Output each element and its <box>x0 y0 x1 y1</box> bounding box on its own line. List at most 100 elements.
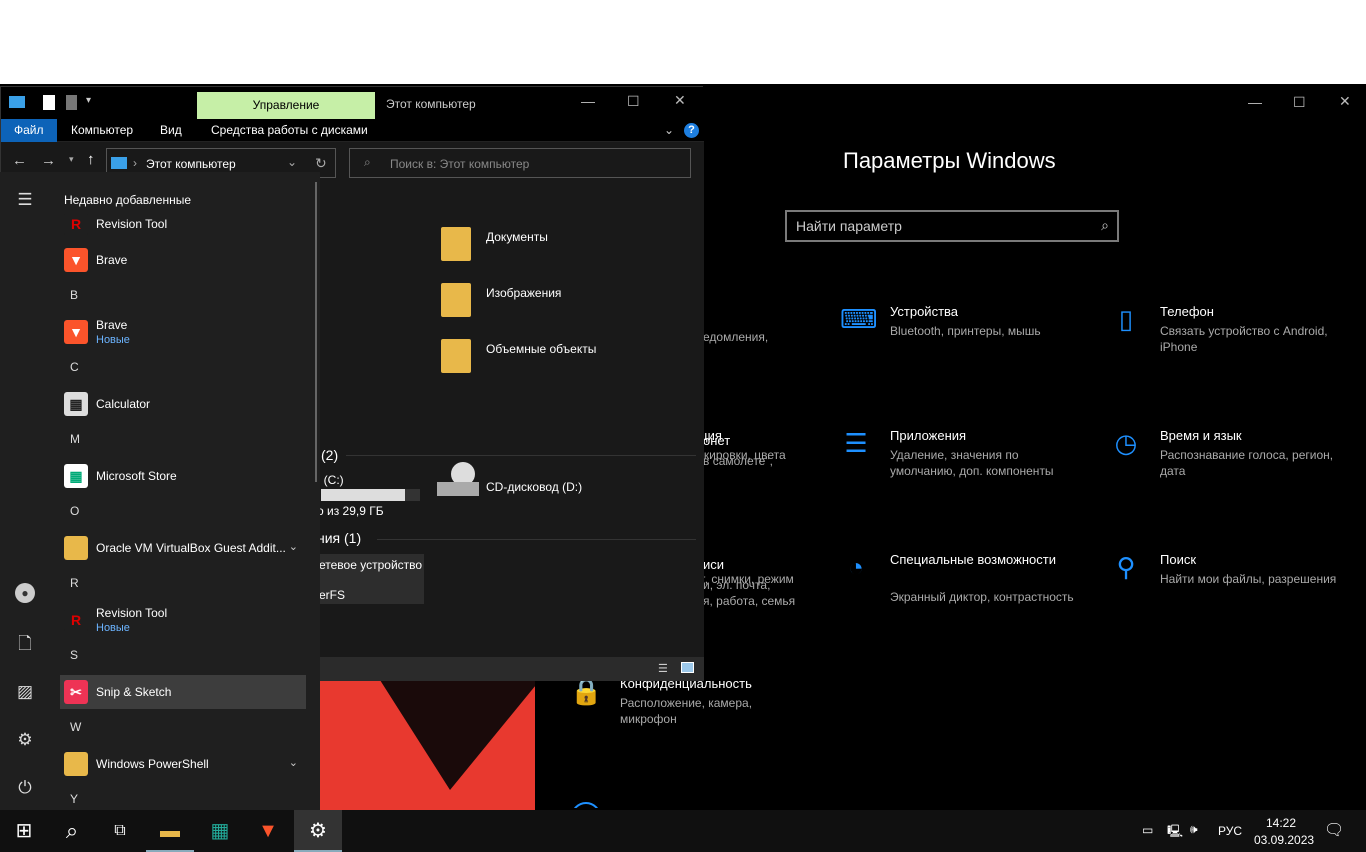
settings-gear-icon[interactable]: ⚙ <box>12 727 38 753</box>
chevron-down-icon[interactable]: ⌄ <box>289 540 298 553</box>
new-folder-icon[interactable] <box>66 95 77 110</box>
tab-disk-tools[interactable]: Средства работы с дисками <box>198 119 381 142</box>
microsoft-store-taskbar-icon[interactable]: ▦ <box>196 810 244 852</box>
alphabet-header[interactable]: O <box>70 504 79 518</box>
apps-icon: ☰ <box>844 428 868 458</box>
tile-name: Устройства <box>890 304 959 319</box>
app-name: Microsoft Store <box>96 469 177 483</box>
chevron-down-icon[interactable]: ⌄ <box>664 123 674 137</box>
drive-c-label[interactable]: : (C:) <box>317 473 344 487</box>
drive-d[interactable]: CD-дисковод (D:) <box>486 480 582 494</box>
refresh-button[interactable]: ↻ <box>315 155 327 172</box>
notifications-icon[interactable]: 🗨 <box>1324 820 1344 840</box>
close-button[interactable]: ✕ <box>674 92 686 109</box>
maximize-button[interactable]: ☐ <box>627 93 640 110</box>
computer-icon <box>111 157 127 169</box>
power-icon[interactable]: ⏻ <box>12 775 38 801</box>
minimize-button[interactable]: — <box>581 93 595 109</box>
battery-icon[interactable]: ▭ <box>1142 823 1153 837</box>
folder-documents[interactable]: Документы <box>486 230 548 244</box>
alphabet-header[interactable]: S <box>70 648 78 662</box>
app-icon: ▦ <box>64 464 88 488</box>
start-app-item[interactable]: Oracle VM VirtualBox Guest Addit... ⌄ <box>60 531 306 565</box>
app-icon: ✂ <box>64 680 88 704</box>
minimize-button[interactable]: — <box>1248 94 1262 110</box>
alphabet-header[interactable]: B <box>70 288 78 302</box>
desktop-wallpaper <box>320 680 535 810</box>
start-app-item[interactable]: ▦ Microsoft Store <box>60 459 306 493</box>
settings-taskbar-icon[interactable]: ⚙ <box>294 810 342 852</box>
tab-computer[interactable]: Компьютер <box>58 119 146 142</box>
explorer-search-input[interactable]: ⌕ Поиск в: Этот компьютер <box>349 148 691 178</box>
time-language-icon: ◷ <box>1114 428 1138 458</box>
tile-description: Связать устройство с Android, iPhone <box>1160 324 1328 354</box>
alphabet-header[interactable]: W <box>70 720 81 734</box>
documents-icon[interactable]: 🗋 <box>12 631 38 657</box>
start-app-item[interactable]: ▼ Brave <box>60 243 306 277</box>
volume-icon[interactable]: 🕪 <box>1190 822 1198 837</box>
documents-folder-icon <box>441 227 471 261</box>
address-dropdown[interactable]: ⌄ <box>287 155 297 169</box>
start-app-item[interactable]: R Revision Tool <box>60 207 306 241</box>
start-app-item[interactable]: R Revision Tool Новые <box>60 603 306 637</box>
alphabet-header[interactable]: R <box>70 576 79 590</box>
up-button[interactable]: ↑ <box>87 151 95 168</box>
file-explorer-taskbar-icon[interactable]: ▬ <box>146 810 194 852</box>
hamburger-menu-icon[interactable]: ☰ <box>12 187 38 213</box>
recent-dropdown[interactable]: ▾ <box>69 154 74 165</box>
windows-start-icon[interactable]: ⊞ <box>0 810 48 852</box>
network-item-label: етевое устройство <box>319 558 423 572</box>
folder-3d-objects[interactable]: Объемные объекты <box>486 342 596 356</box>
network-item[interactable]: етевое устройство erFS <box>317 554 424 604</box>
network-icon[interactable]: 🖳 <box>1167 822 1183 843</box>
forward-button[interactable]: → <box>41 152 56 169</box>
language-indicator[interactable]: РУС <box>1218 824 1242 838</box>
app-name: Revision Tool <box>96 606 168 620</box>
maximize-button[interactable]: ☐ <box>1293 94 1306 111</box>
back-button[interactable]: ← <box>12 152 27 169</box>
chevron-down-icon[interactable]: ⌄ <box>289 756 298 769</box>
scrollbar[interactable] <box>315 182 317 482</box>
app-name: Brave <box>96 253 128 267</box>
pictures-icon[interactable]: ▨ <box>12 679 38 705</box>
recent-header: Недавно добавленные <box>64 193 192 207</box>
help-icon[interactable]: ? <box>684 123 699 138</box>
tile-name: Телефон <box>1160 304 1214 319</box>
app-new-badge: Новые <box>96 622 130 634</box>
tile-fragment[interactable]: едомления, <box>703 329 768 345</box>
large-icons-view-icon[interactable] <box>681 662 694 673</box>
network-group-header[interactable]: ния (1) <box>317 530 361 546</box>
start-app-item[interactable]: ▦ Calculator <box>60 387 306 421</box>
start-app-item[interactable]: ▼ Brave Новые <box>60 315 306 349</box>
task-view-icon[interactable]: ⧉ <box>96 810 144 852</box>
clock-date[interactable]: 03.09.2023 <box>1254 833 1314 847</box>
clock-time[interactable]: 14:22 <box>1266 816 1296 830</box>
app-icon: ▼ <box>64 248 88 272</box>
search-icon[interactable]: ⌕ <box>48 810 96 852</box>
tab-file[interactable]: Файл <box>1 119 57 142</box>
brave-taskbar-icon[interactable]: ▼ <box>244 810 292 852</box>
search-icon: ⚲ <box>1116 552 1136 582</box>
3d-objects-folder-icon <box>441 339 471 373</box>
tile-description: Удаление, значения по умолчанию, доп. ко… <box>890 448 1054 478</box>
ribbon-context-tab[interactable]: Управление <box>197 92 375 119</box>
close-button[interactable]: ✕ <box>1339 93 1351 110</box>
alphabet-header[interactable]: M <box>70 432 80 446</box>
details-view-icon[interactable]: ☰ <box>658 662 668 675</box>
devices-group-header[interactable]: (2) <box>321 447 338 463</box>
folder-pictures[interactable]: Изображения <box>486 286 561 300</box>
folder-icon <box>64 752 88 776</box>
start-app-item[interactable]: Windows PowerShell ⌄ <box>60 747 306 781</box>
settings-search-input[interactable]: Найти параметр ⌕ <box>785 210 1119 242</box>
properties-icon[interactable] <box>43 95 55 110</box>
alphabet-header[interactable]: C <box>70 360 79 374</box>
user-avatar-icon[interactable]: ● <box>15 583 35 603</box>
search-icon: ⌕ <box>1101 217 1109 233</box>
quick-access-dropdown[interactable]: ▾ <box>86 95 91 106</box>
start-menu: ☰ ● 🗋 ▨ ⚙ ⏻ Недавно добавленные R Revisio… <box>0 172 320 810</box>
start-app-item[interactable]: ✂ Snip & Sketch <box>60 675 306 709</box>
alphabet-header[interactable]: Y <box>70 792 78 806</box>
app-name: Revision Tool <box>96 217 168 231</box>
tile-description: Bluetooth, принтеры, мышь <box>890 324 1041 338</box>
tab-view[interactable]: Вид <box>147 119 195 142</box>
